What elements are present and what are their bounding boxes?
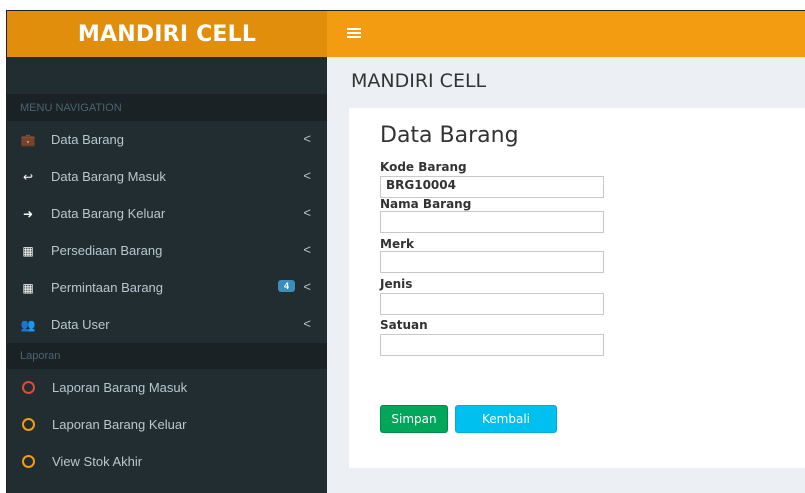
sidebar-item-label: Data Barang Masuk [51,169,166,184]
chevron-left-icon: < [303,168,311,183]
sidebar-item-label: Persediaan Barang [51,243,163,258]
jenis-input[interactable] [380,293,604,315]
save-button[interactable]: Simpan [380,405,448,433]
nama-barang-input[interactable] [380,211,604,233]
box-title: Data Barang [380,123,519,148]
sidebar-item-label: Data User [51,317,110,332]
sidebar-item-label: Data Barang [51,132,124,147]
sidebar-item-label: Data Barang Keluar [51,206,166,221]
nav-header: MENU NAVIGATION [7,94,327,121]
kode-barang-label: Kode Barang [380,160,467,174]
count-badge: 4 [277,280,295,292]
sidebar-item-persediaan-barang[interactable]: ▦ Persediaan Barang < [7,232,327,269]
form-box: Data Barang Kode Barang BRG10004 Nama Ba… [349,105,805,468]
sidebar-item-data-barang-keluar[interactable]: ➜ Data Barang Keluar < [7,195,327,232]
hamburger-icon[interactable] [347,25,361,41]
chevron-left-icon: < [303,242,311,257]
satuan-input[interactable] [380,334,604,356]
circle-icon [22,455,35,468]
back-button[interactable]: Kembali [455,405,557,433]
circle-icon [22,381,35,394]
nama-barang-label: Nama Barang [380,197,472,211]
report-header: Laporan [7,343,327,369]
chevron-left-icon: < [303,279,311,294]
report-item-label: Laporan Barang Masuk [52,380,188,395]
sidebar-item-label: Permintaan Barang [51,280,164,295]
table-icon: ▦ [22,280,34,295]
report-item-barang-masuk[interactable]: Laporan Barang Masuk [7,369,327,406]
circle-icon [22,418,35,431]
merk-input[interactable] [380,251,604,273]
table-icon: ▦ [22,243,34,258]
main-content: MANDIRI CELL Data Barang Kode Barang BRG… [327,57,805,493]
report-item-label: Laporan Barang Keluar [52,417,187,432]
report-item-stok-akhir[interactable]: View Stok Akhir [7,443,327,480]
chevron-left-icon: < [303,316,311,331]
sidebar: MENU NAVIGATION 💼 Data Barang < ↩ Data B… [7,57,327,493]
sidebar-item-data-barang-masuk[interactable]: ↩ Data Barang Masuk < [7,158,327,195]
report-item-barang-keluar[interactable]: Laporan Barang Keluar [7,406,327,443]
chevron-left-icon: < [303,131,311,146]
satuan-label: Satuan [380,318,428,332]
chevron-left-icon: < [303,205,311,220]
sidebar-item-permintaan-barang[interactable]: ▦ Permintaan Barang 4 < [7,269,327,306]
sidebar-item-data-user[interactable]: 👥 Data User < [7,306,327,343]
briefcase-icon: 💼 [20,132,36,147]
sign-out-icon: ➜ [22,206,34,221]
sidebar-item-data-barang[interactable]: 💼 Data Barang < [7,121,327,158]
merk-label: Merk [380,237,414,251]
report-item-label: View Stok Akhir [52,454,143,469]
kode-barang-input[interactable]: BRG10004 [380,176,604,198]
app-frame: MANDIRI CELL MENU NAVIGATION 💼 Data Bara… [6,10,805,493]
reply-all-icon: ↩ [22,169,34,184]
users-icon: 👥 [20,317,36,332]
jenis-label: Jenis [380,277,413,291]
app-logo[interactable]: MANDIRI CELL [7,11,327,57]
page-title: MANDIRI CELL [351,70,487,92]
top-navbar [327,11,805,57]
